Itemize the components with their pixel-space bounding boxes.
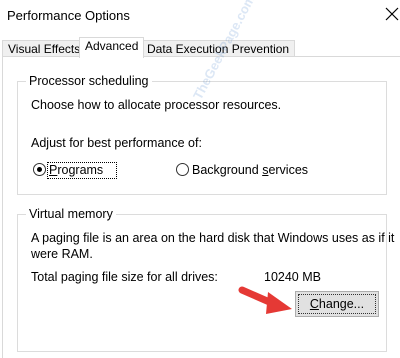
adjust-label: Adjust for best performance of: xyxy=(31,136,202,150)
tab-label: Visual Effects xyxy=(8,42,81,56)
change-button[interactable]: Change... xyxy=(295,291,379,317)
processor-scheduling-legend: Processor scheduling xyxy=(26,73,152,89)
red-arrow-icon xyxy=(238,286,292,314)
total-paging-label: Total paging file size for all drives: xyxy=(31,270,218,284)
virtual-memory-description-line2: were RAM. xyxy=(31,247,93,261)
button-focus-outline xyxy=(298,294,376,314)
radio-background-services-label[interactable]: Background services xyxy=(192,162,308,178)
radio-selected-dot xyxy=(37,167,42,172)
title-bar: Performance Options xyxy=(0,0,400,34)
radio-programs[interactable] xyxy=(33,163,46,176)
virtual-memory-group: Virtual memory A paging file is an area … xyxy=(17,206,394,352)
tab-advanced[interactable]: Advanced xyxy=(79,37,145,58)
virtual-memory-legend: Virtual memory xyxy=(26,206,116,222)
radio-programs-label[interactable]: Programs xyxy=(49,162,103,178)
tab-strip: Visual Effects Advanced Data Execution P… xyxy=(0,37,400,59)
tab-label: Advanced xyxy=(85,39,139,53)
window-title: Performance Options xyxy=(7,8,130,23)
virtual-memory-description-line1: A paging file is an area on the hard dis… xyxy=(31,231,395,245)
radio-background-services[interactable] xyxy=(176,163,189,176)
close-icon[interactable] xyxy=(384,6,400,22)
processor-description: Choose how to allocate processor resourc… xyxy=(31,98,282,112)
